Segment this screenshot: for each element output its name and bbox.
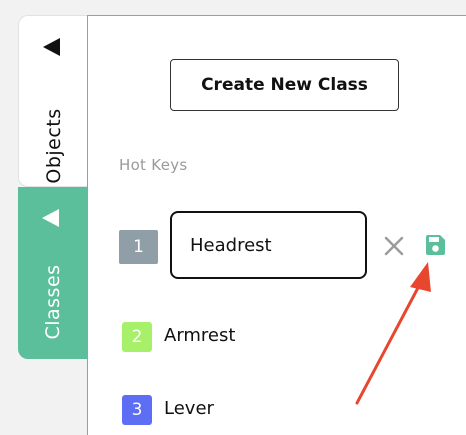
- triangle-left-icon[interactable]: [43, 38, 60, 56]
- save-icon[interactable]: [424, 234, 446, 256]
- hot-keys-label: Hot Keys: [119, 156, 188, 174]
- tab-classes-label: Classes: [42, 264, 64, 340]
- classes-panel: Create New Class Hot Keys 1 2 Armrest 3 …: [87, 15, 466, 435]
- class-label-armrest[interactable]: Armrest: [164, 325, 235, 346]
- tab-objects[interactable]: Objects: [18, 15, 88, 187]
- close-icon[interactable]: [383, 235, 405, 257]
- create-new-class-button[interactable]: Create New Class: [170, 59, 399, 111]
- hotkey-badge-3: 3: [122, 395, 152, 425]
- triangle-left-icon[interactable]: [42, 209, 59, 227]
- hotkey-badge-2: 2: [122, 322, 152, 352]
- class-name-input[interactable]: [170, 211, 367, 279]
- hotkey-badge-1: 1: [119, 230, 158, 264]
- tab-classes[interactable]: Classes: [18, 187, 88, 359]
- tab-objects-label: Objects: [43, 108, 65, 184]
